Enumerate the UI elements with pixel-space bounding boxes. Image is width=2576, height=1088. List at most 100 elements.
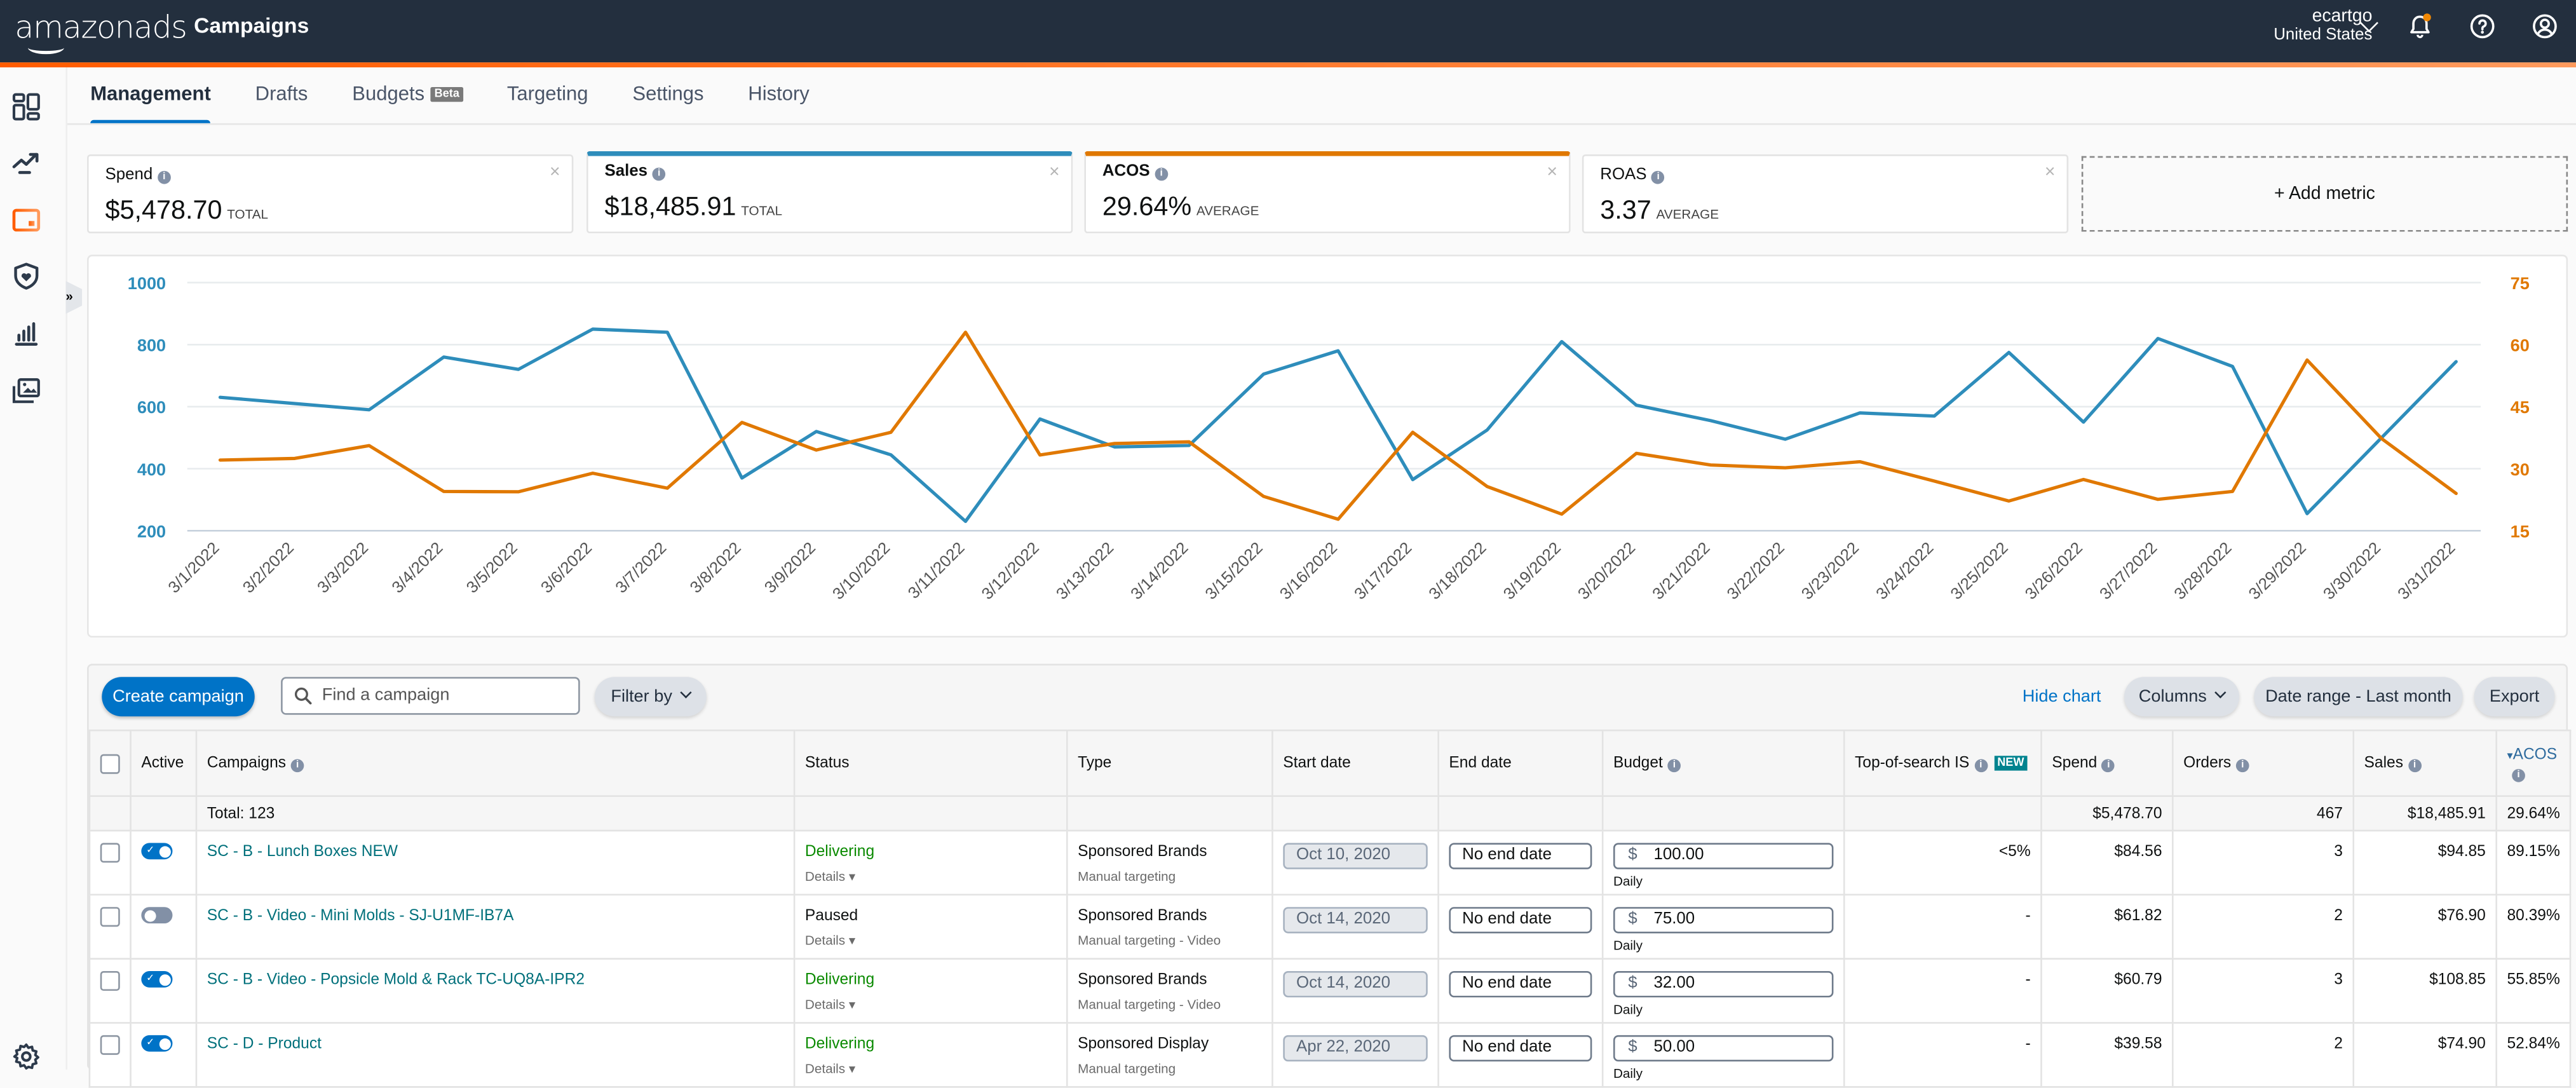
hide-chart-link[interactable]: Hide chart — [2023, 687, 2101, 707]
end-date-field[interactable]: No end date — [1449, 907, 1592, 934]
tab-drafts[interactable]: Drafts — [255, 67, 308, 123]
filter-by-button[interactable]: Filter by — [594, 677, 707, 717]
active-toggle[interactable]: ✓ — [141, 972, 173, 989]
campaign-link[interactable]: SC - B - Video - Mini Molds - SJ-U1MF-IB… — [207, 907, 514, 925]
col-status[interactable]: Status — [793, 729, 1068, 797]
status-cell: Delivering Details ▾ — [793, 958, 1068, 1024]
end-date-field[interactable]: No end date — [1449, 971, 1592, 998]
budget-input[interactable]: $100.00 — [1613, 843, 1834, 869]
x-tick-label: 3/21/2022 — [1650, 539, 1714, 603]
date-range-button[interactable]: Date range - Last month — [2254, 677, 2463, 717]
reports-bar-icon[interactable] — [11, 319, 41, 349]
total-orders: 467 — [2172, 795, 2355, 832]
data-point-sales — [442, 355, 445, 358]
col-sales[interactable]: Sales i — [2352, 729, 2497, 797]
active-toggle[interactable] — [141, 908, 173, 925]
info-icon[interactable]: i — [2512, 768, 2525, 782]
tab-history[interactable]: History — [748, 67, 810, 123]
dashboard-icon[interactable] — [11, 92, 41, 122]
col-end-date[interactable]: End date — [1437, 729, 1604, 797]
brand-shield-icon[interactable] — [11, 261, 41, 291]
help-icon[interactable] — [2469, 13, 2495, 39]
info-icon[interactable]: i — [1974, 759, 1988, 773]
budget-input[interactable]: $32.00 — [1613, 971, 1834, 998]
data-point-sales — [1933, 414, 1936, 418]
end-date-field[interactable]: No end date — [1449, 843, 1592, 869]
metric-card-roas[interactable]: ROAS i × 3.37 AVERAGE — [1582, 154, 2069, 234]
metric-card-sales[interactable]: Sales i × $18,485.91 TOTAL — [586, 151, 1073, 234]
info-icon[interactable]: i — [2102, 759, 2115, 773]
col-orders[interactable]: Orders i — [2172, 729, 2355, 797]
col-campaigns[interactable]: Campaigns i — [195, 729, 796, 797]
details-dropdown[interactable]: Details ▾ — [805, 997, 1057, 1012]
info-icon[interactable]: i — [1155, 167, 1169, 181]
info-icon[interactable]: i — [158, 170, 171, 184]
end-date-field[interactable]: No end date — [1449, 1035, 1592, 1062]
tab-settings[interactable]: Settings — [632, 67, 703, 123]
close-icon[interactable]: × — [1547, 163, 1557, 182]
details-dropdown[interactable]: Details ▾ — [805, 1061, 1057, 1076]
active-toggle[interactable]: ✓ — [141, 843, 173, 860]
close-icon[interactable]: × — [550, 163, 560, 182]
row-checkbox[interactable] — [100, 971, 120, 991]
col-spend[interactable]: Spend i — [2040, 729, 2174, 797]
row-checkbox[interactable] — [100, 843, 120, 863]
metric-card-spend[interactable]: Spend i × $5,478.70 TOTAL — [87, 154, 574, 234]
metric-card-acos[interactable]: ACOS i × 29.64% AVERAGE — [1084, 151, 1571, 234]
x-tick-label: 3/25/2022 — [1948, 539, 2012, 603]
info-icon[interactable]: i — [2235, 759, 2249, 773]
active-toggle[interactable]: ✓ — [141, 1036, 173, 1052]
tab-budgets[interactable]: Budgets Beta — [352, 67, 463, 123]
col-acos[interactable]: ▾ACOS i — [2495, 729, 2572, 797]
currency-symbol: $ — [1628, 974, 1637, 993]
budget-period: Daily — [1613, 1066, 1643, 1082]
tab-targeting[interactable]: Targeting — [507, 67, 588, 123]
details-dropdown[interactable]: Details ▾ — [805, 934, 1057, 948]
user-profile-icon[interactable] — [2532, 13, 2558, 39]
info-icon[interactable]: i — [1667, 759, 1681, 773]
info-icon[interactable]: i — [652, 167, 666, 181]
close-icon[interactable]: × — [2045, 163, 2056, 182]
tab-management[interactable]: Management — [90, 67, 212, 123]
info-icon[interactable]: i — [1651, 170, 1665, 184]
add-metric-button[interactable]: + Add metric — [2081, 156, 2568, 232]
gear-icon[interactable] — [11, 1042, 41, 1071]
col-start-date[interactable]: Start date — [1271, 729, 1439, 797]
col-budget[interactable]: Budget i — [1601, 729, 1845, 797]
empty-cell — [130, 795, 198, 832]
budget-input[interactable]: $75.00 — [1613, 907, 1834, 934]
expand-sidebar-button[interactable]: » — [65, 281, 83, 314]
account-switcher[interactable]: ecartgo United States — [2274, 6, 2372, 46]
bell-icon[interactable] — [2407, 13, 2433, 39]
campaign-link[interactable]: SC - D - Product — [207, 1035, 322, 1053]
x-tick-label: 3/19/2022 — [1500, 539, 1564, 603]
close-icon[interactable]: × — [1049, 163, 1060, 182]
select-all-checkbox[interactable] — [100, 753, 120, 773]
budget-input[interactable]: $50.00 — [1613, 1035, 1834, 1062]
col-active[interactable]: Active — [130, 729, 198, 797]
search-input[interactable] — [318, 683, 572, 707]
columns-button[interactable]: Columns — [2124, 677, 2240, 717]
campaign-manager-icon[interactable] — [11, 205, 41, 235]
row-checkbox[interactable] — [100, 1035, 120, 1055]
campaign-link[interactable]: SC - B - Video - Popsicle Mold & Rack TC… — [207, 971, 585, 989]
creative-gallery-icon[interactable] — [11, 376, 41, 406]
acos-cell: 89.15% — [2495, 829, 2572, 896]
details-dropdown[interactable]: Details ▾ — [805, 869, 1057, 884]
start-cell: Oct 14, 2020 — [1271, 958, 1439, 1024]
col-top-of-search[interactable]: Top-of-search IS i NEW — [1843, 729, 2042, 797]
info-icon[interactable]: i — [2408, 759, 2422, 773]
col-type[interactable]: Type — [1066, 729, 1273, 797]
data-point-acos — [517, 490, 520, 494]
campaign-search[interactable] — [281, 677, 580, 715]
info-icon[interactable]: i — [290, 759, 304, 773]
metric-value: 3.37 — [1600, 197, 1651, 226]
row-checkbox[interactable] — [100, 907, 120, 927]
metric-value: 29.64% — [1102, 194, 1192, 222]
start-date-field: Oct 14, 2020 — [1283, 907, 1428, 934]
export-button[interactable]: Export — [2474, 677, 2555, 717]
tos-cell: <5% — [1843, 829, 2042, 896]
trend-icon[interactable] — [11, 148, 41, 178]
create-campaign-button[interactable]: Create campaign — [102, 677, 255, 717]
campaign-link[interactable]: SC - B - Lunch Boxes NEW — [207, 843, 398, 860]
